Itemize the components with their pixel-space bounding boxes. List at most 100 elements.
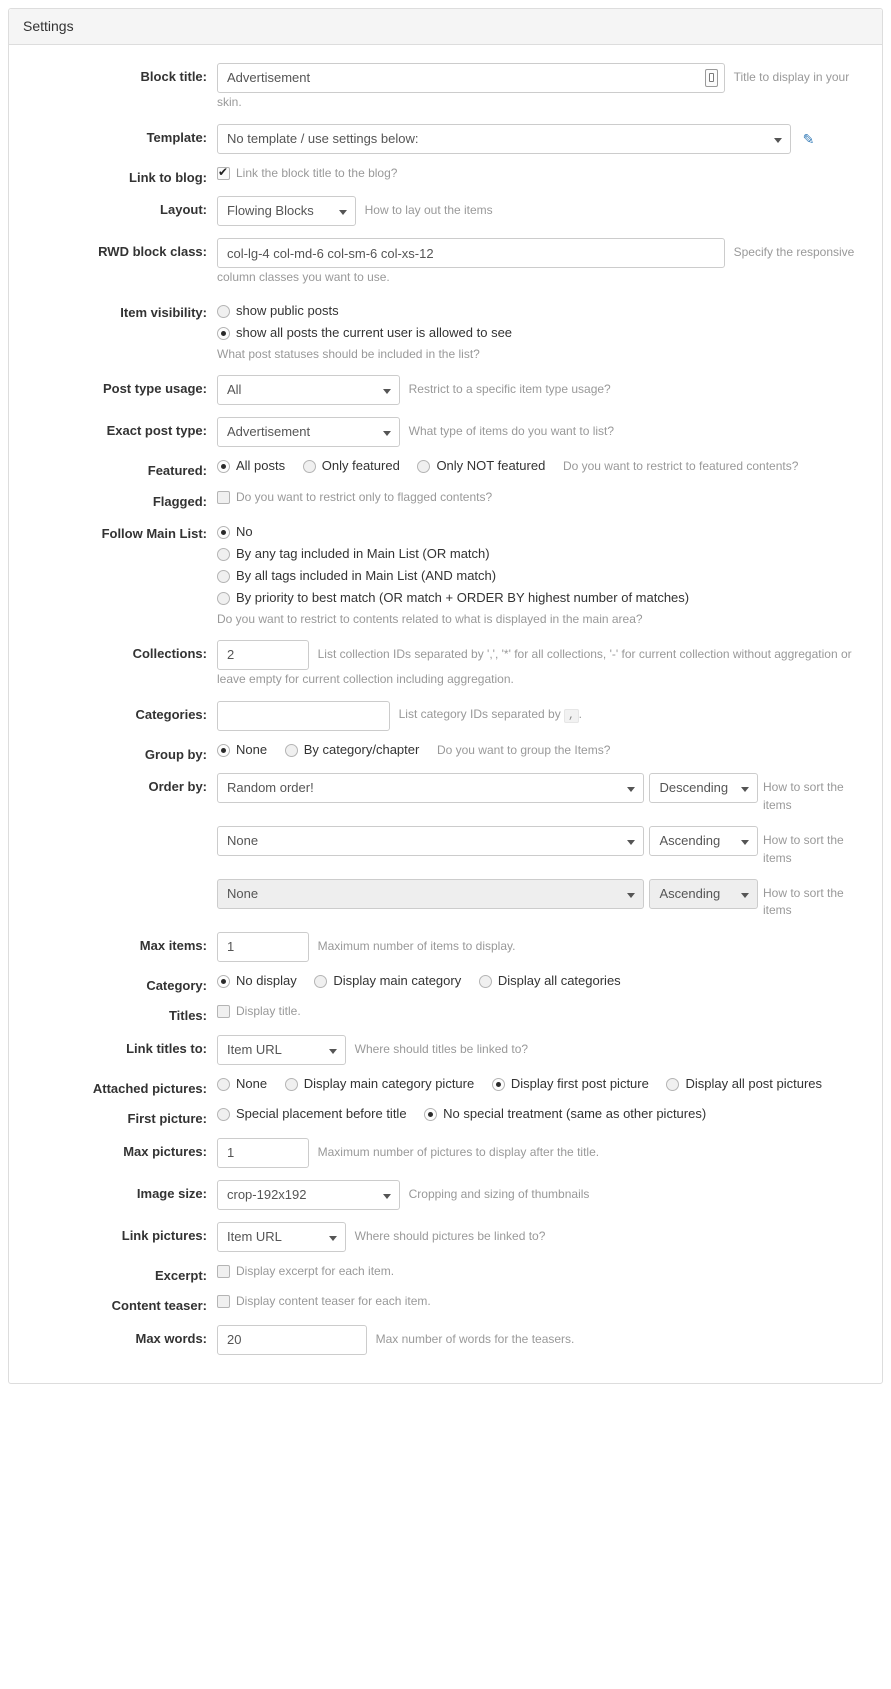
first-picture-option-1[interactable]: No special treatment (same as other pict… — [424, 1105, 706, 1124]
flagged-option[interactable]: Do you want to restrict only to flagged … — [217, 489, 492, 506]
item-visibility-option-1[interactable]: show all posts the current user is allow… — [217, 324, 872, 343]
group-by-radio-0[interactable] — [217, 743, 230, 757]
order-by-direction-select-1[interactable]: Ascending — [649, 826, 758, 857]
rwd-block-class-input[interactable] — [217, 238, 725, 269]
featured-option-1[interactable]: Only featured — [302, 457, 400, 476]
first-picture-radio-1[interactable] — [424, 1108, 438, 1122]
follow-main-list-radio-1[interactable] — [217, 547, 230, 561]
follow-main-list-option-3[interactable]: By priority to best match (OR match + OR… — [217, 589, 872, 608]
order-by-hint-0: How to sort the items — [762, 780, 844, 812]
block-title-input[interactable] — [217, 62, 725, 93]
titles-option[interactable]: Display title. — [217, 1003, 301, 1020]
follow-main-list-option-1-label: By any tag included in Main List (OR mat… — [236, 546, 490, 562]
category-option-1[interactable]: Display main category — [314, 972, 461, 991]
titles-label: Titles: — [168, 1008, 207, 1024]
titles-checkbox-label: Display title. — [236, 1004, 301, 1019]
follow-main-list-option-0[interactable]: No — [217, 523, 872, 542]
group-by-radio-1[interactable] — [284, 743, 298, 757]
link-titles-to-hint: Where should titles be linked to? — [354, 1042, 529, 1057]
link-pictures-select[interactable]: Item URL — [217, 1221, 346, 1252]
item-visibility-option-0[interactable]: show public posts — [217, 302, 872, 321]
follow-main-list-option-0-label: No — [236, 524, 253, 540]
categories-label: Categories: — [135, 706, 207, 722]
attached-pictures-radio-0[interactable] — [217, 1077, 230, 1091]
link-titles-to-select[interactable]: Item URL — [217, 1034, 346, 1065]
excerpt-option[interactable]: Display excerpt for each item. — [217, 1263, 394, 1280]
attached-pictures-option-2[interactable]: Display first post picture — [491, 1075, 649, 1094]
edit-pencil-icon[interactable]: ✎ — [803, 132, 815, 146]
category-option-2-label: Display all categories — [497, 972, 621, 988]
item-visibility-label: Item visibility: — [120, 305, 207, 321]
max-pictures-label: Max pictures: — [123, 1143, 207, 1159]
attached-pictures-radio-1[interactable] — [284, 1077, 298, 1091]
content-teaser-checkbox[interactable] — [217, 1295, 230, 1309]
group-by-option-0[interactable]: None — [217, 741, 267, 760]
follow-main-list-radio-2[interactable] — [217, 569, 230, 583]
link-titles-to-label: Link titles to: — [126, 1040, 207, 1056]
max-pictures-hint: Maximum number of pictures to display af… — [317, 1145, 600, 1160]
follow-main-list-option-2[interactable]: By all tags included in Main List (AND m… — [217, 567, 872, 586]
attached-pictures-option-0[interactable]: None — [217, 1075, 267, 1094]
first-picture-radio-0[interactable] — [217, 1108, 230, 1122]
attached-pictures-radio-2[interactable] — [491, 1077, 505, 1091]
link-to-blog-checkbox[interactable] — [217, 165, 230, 180]
field-row-follow-main-list: Follow Main List: No By any tag included… — [9, 514, 882, 634]
collections-input[interactable] — [217, 639, 309, 670]
field-row-flagged: Flagged: Do you want to restrict only to… — [9, 484, 882, 515]
image-size-hint: Cropping and sizing of thumbnails — [408, 1187, 590, 1202]
exact-post-type-hint: What type of items do you want to list? — [408, 424, 615, 439]
flagged-checkbox[interactable] — [217, 490, 230, 504]
exact-post-type-select[interactable]: Advertisement — [217, 417, 400, 448]
group-by-option-1[interactable]: By category/chapter — [284, 741, 419, 760]
category-option-2[interactable]: Display all categories — [478, 972, 621, 991]
follow-main-list-radio-0[interactable] — [217, 526, 230, 540]
item-visibility-radio-0[interactable] — [217, 304, 230, 318]
order-by-field-select-1[interactable]: None — [217, 826, 644, 857]
template-select[interactable]: No template / use settings below: — [217, 123, 791, 154]
featured-option-0[interactable]: All posts — [217, 457, 285, 476]
featured-radio-2[interactable] — [417, 460, 431, 474]
image-size-select[interactable]: crop-192x192 — [217, 1179, 400, 1210]
order-by-field-select-0[interactable]: Random order! — [217, 773, 644, 804]
order-by-row-1: None Ascending How to sort the items — [217, 826, 872, 867]
field-row-collections: Collections: List collection IDs separat… — [9, 634, 882, 695]
follow-main-list-option-1[interactable]: By any tag included in Main List (OR mat… — [217, 545, 872, 564]
follow-main-list-radio-3[interactable] — [217, 591, 230, 605]
attached-pictures-option-3[interactable]: Display all post pictures — [666, 1075, 822, 1094]
attached-pictures-option-1[interactable]: Display main category picture — [284, 1075, 474, 1094]
max-words-input[interactable] — [217, 1324, 367, 1355]
item-visibility-option-0-label: show public posts — [236, 303, 339, 319]
content-teaser-option[interactable]: Display content teaser for each item. — [217, 1293, 431, 1310]
link-to-blog-option[interactable]: Link the block title to the blog? — [217, 165, 397, 182]
order-by-direction-select-0[interactable]: Descending — [649, 773, 758, 804]
layout-select[interactable]: Flowing Blocks — [217, 196, 356, 227]
max-words-label: Max words: — [135, 1330, 207, 1346]
featured-option-2[interactable]: Only NOT featured — [417, 457, 545, 476]
featured-radio-0[interactable] — [217, 460, 230, 474]
follow-main-list-option-3-label: By priority to best match (OR match + OR… — [236, 589, 690, 605]
field-row-featured: Featured: All posts Only featured Only N… — [9, 453, 882, 484]
field-row-order-by-3: None Ascending How to sort the items — [9, 873, 882, 926]
max-pictures-input[interactable] — [217, 1137, 309, 1168]
field-row-max-pictures: Max pictures: Maximum number of pictures… — [9, 1132, 882, 1174]
link-pictures-hint: Where should pictures be linked to? — [354, 1229, 546, 1244]
categories-hint-after: . — [578, 707, 583, 722]
category-radio-0[interactable] — [217, 974, 230, 988]
field-row-attached-pictures: Attached pictures: None Display main cat… — [9, 1071, 882, 1102]
item-visibility-radio-1[interactable] — [217, 326, 230, 340]
attached-pictures-radio-3[interactable] — [666, 1077, 680, 1091]
link-to-blog-checkbox-label: Link the block title to the blog? — [236, 165, 398, 180]
categories-input[interactable] — [217, 700, 390, 731]
post-type-usage-select[interactable]: All — [217, 375, 400, 406]
excerpt-checkbox[interactable] — [217, 1264, 230, 1278]
titles-checkbox[interactable] — [217, 1005, 230, 1019]
max-items-input[interactable] — [217, 931, 309, 962]
featured-radio-1[interactable] — [302, 460, 316, 474]
category-radio-2[interactable] — [478, 974, 492, 988]
first-picture-option-0[interactable]: Special placement before title — [217, 1105, 407, 1124]
category-option-0[interactable]: No display — [217, 972, 297, 991]
max-items-label: Max items: — [139, 937, 207, 953]
first-picture-option-1-label: No special treatment (same as other pict… — [443, 1106, 707, 1122]
order-by-hint-1: How to sort the items — [762, 833, 844, 865]
category-radio-1[interactable] — [314, 974, 328, 988]
